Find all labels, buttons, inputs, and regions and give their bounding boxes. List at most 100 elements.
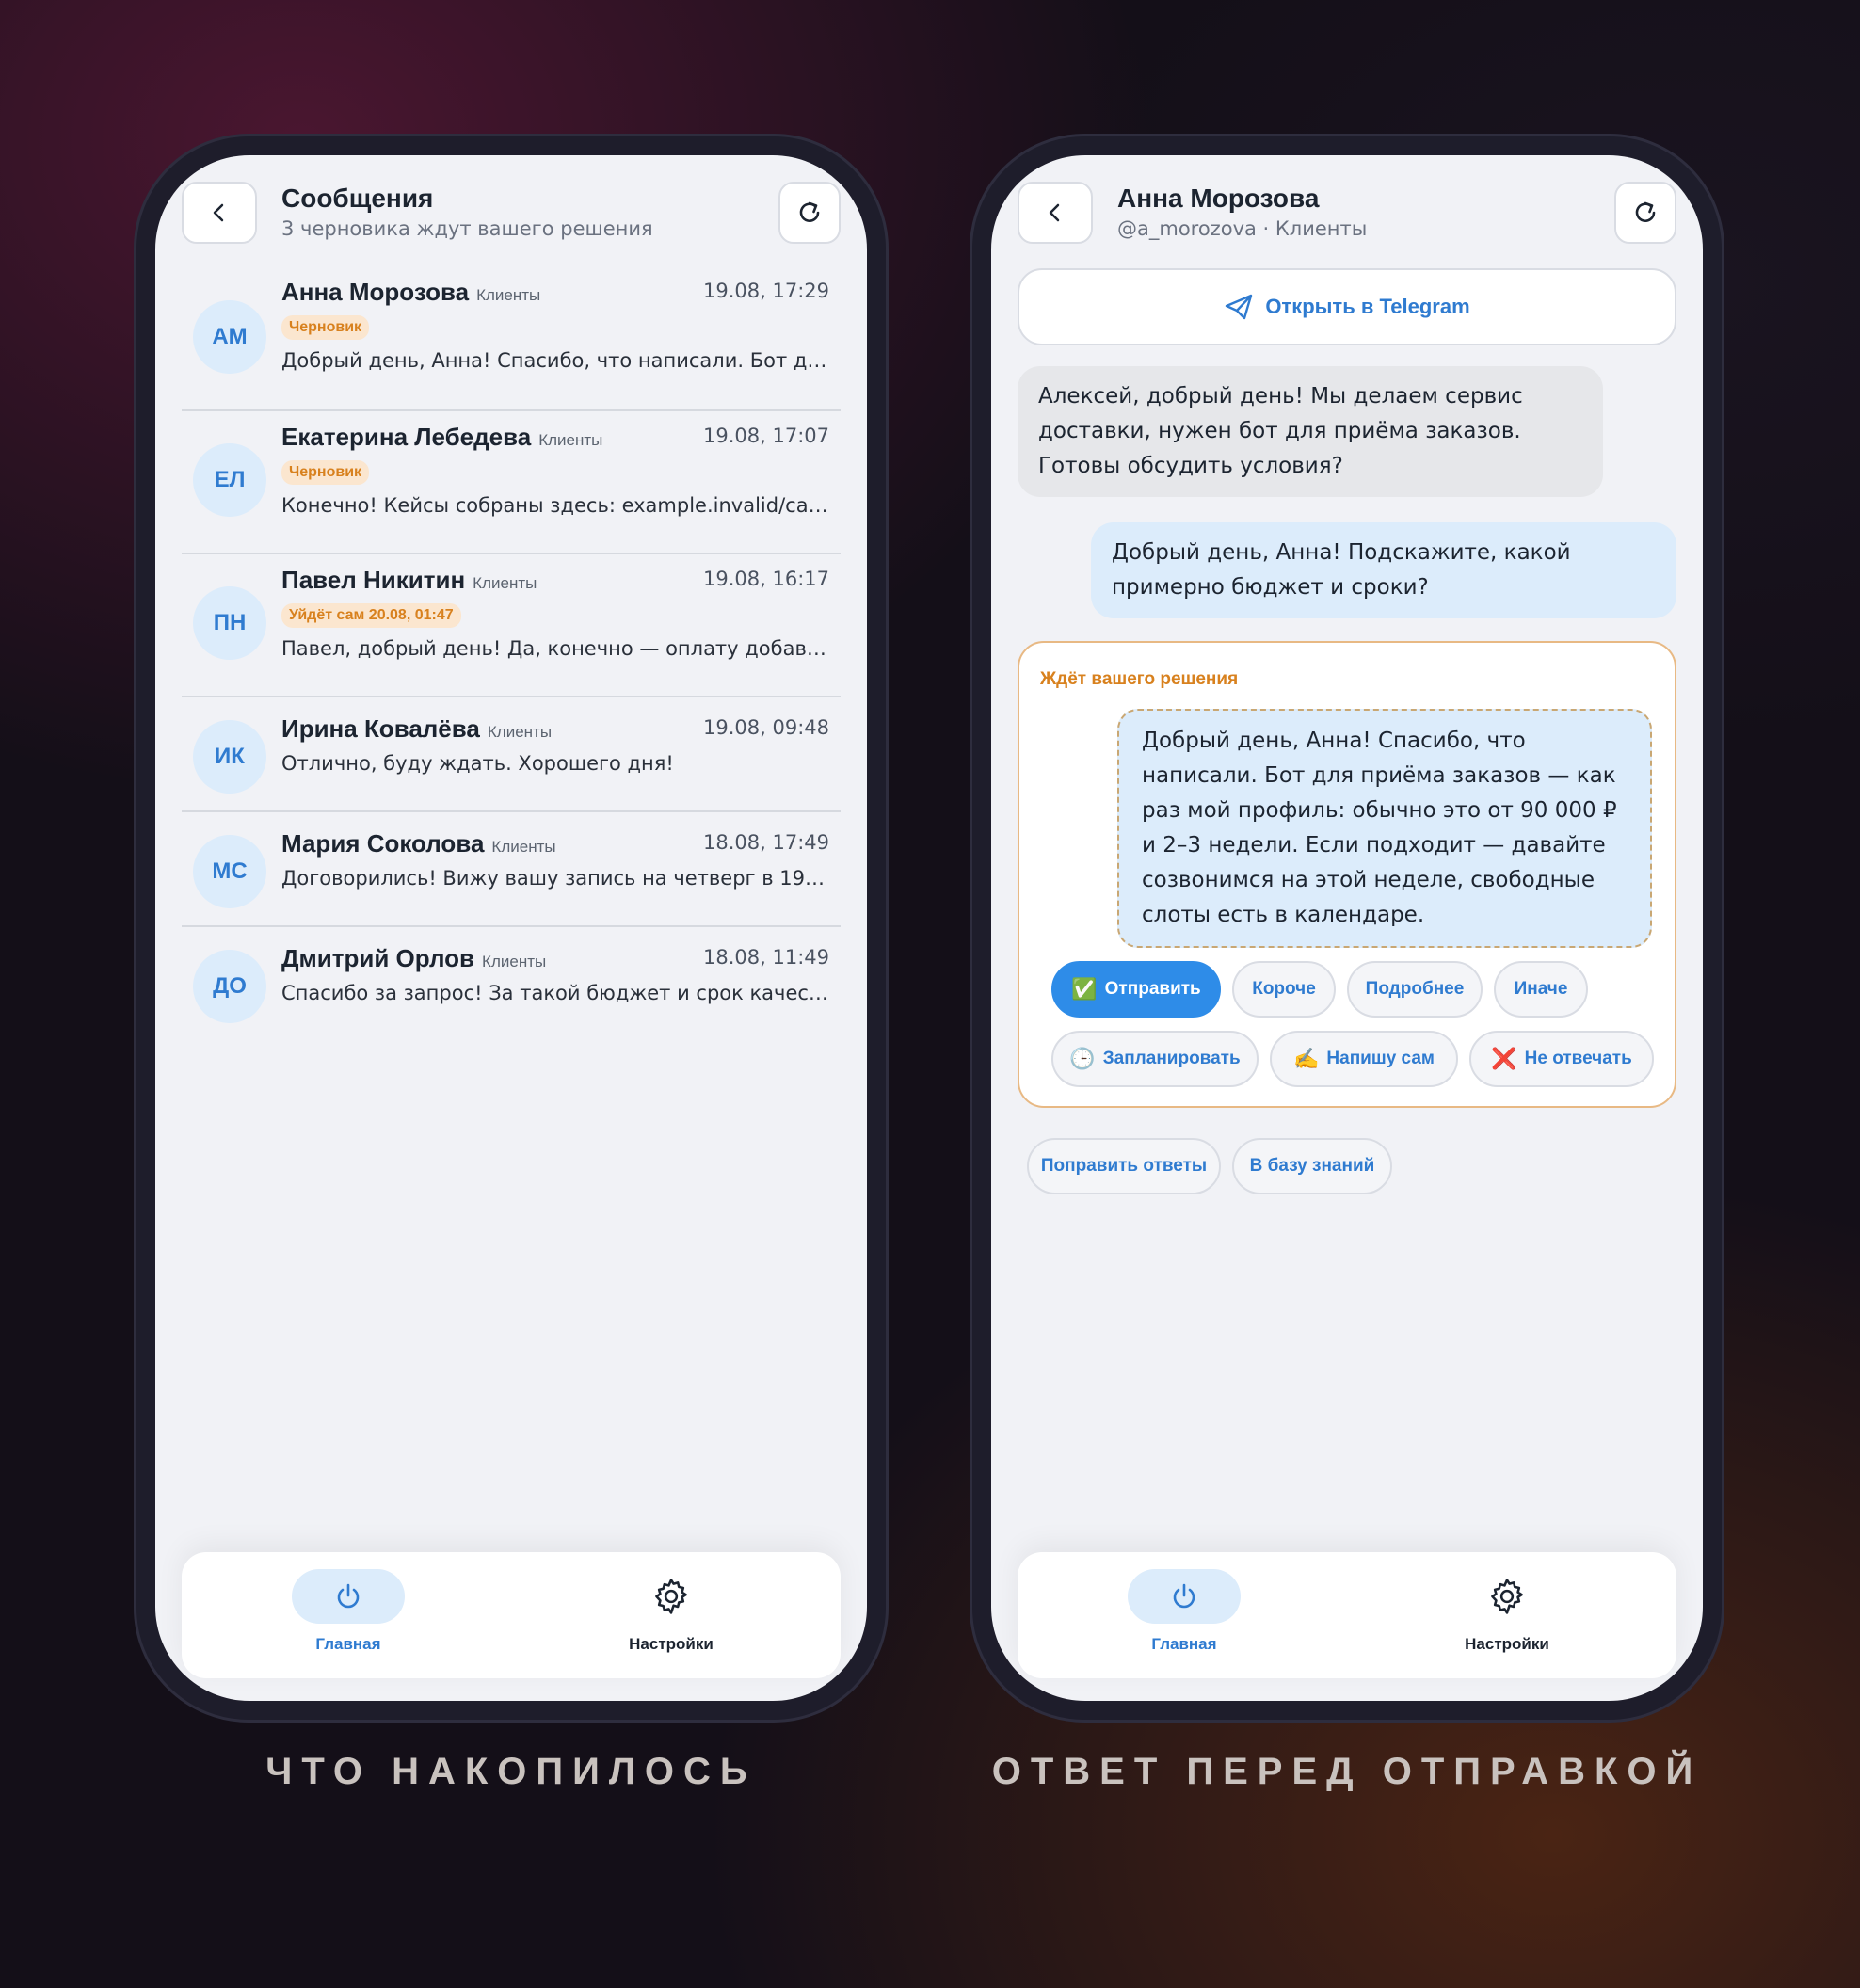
message-time: 19.08, 16:17 — [703, 568, 829, 590]
message-preview: Договорились! Вижу вашу запись на четвер… — [281, 867, 829, 890]
refresh-icon — [1635, 201, 1656, 222]
contact-tag: Клиенты — [491, 838, 556, 856]
write-myself-button[interactable]: ✍️ Напишу сам — [1270, 1031, 1458, 1087]
nav-settings-pill — [1451, 1569, 1563, 1624]
phone-left: Сообщения 3 черновика ждут вашего решени… — [134, 134, 889, 1723]
conversation-list: АМ Анна Морозова Клиенты 19.08, 17:29 Чер… — [182, 268, 841, 1042]
contact-tag: Клиенты — [476, 286, 541, 304]
nav-home[interactable]: Главная — [254, 1569, 442, 1654]
gear-icon — [655, 1579, 687, 1614]
nav-settings-label: Настройки — [629, 1635, 714, 1653]
write-myself-label: Напишу сам — [1326, 1049, 1435, 1068]
status-badge: Черновик — [281, 460, 370, 485]
list-item[interactable]: МС Мария Соколова Клиенты 18.08, 17:49 До… — [182, 812, 841, 927]
contact-name: Дмитрий Орлов Клиенты — [281, 944, 547, 972]
nav-settings[interactable]: Настройки — [577, 1569, 765, 1654]
knowledge-base-label: В базу знаний — [1249, 1156, 1375, 1176]
refresh-button[interactable] — [778, 182, 841, 244]
message-preview: Спасибо за запрос! За такой бюджет и сро… — [281, 982, 829, 1004]
schedule-button[interactable]: 🕒 Запланировать — [1051, 1031, 1259, 1087]
nav-home-label: Главная — [1151, 1635, 1217, 1653]
nav-settings[interactable]: Настройки — [1413, 1569, 1601, 1654]
status-badge: Уйдёт сам 20.08, 01:47 — [281, 603, 461, 628]
chevron-left-icon — [1049, 203, 1060, 222]
other-label: Иначе — [1514, 979, 1568, 999]
caption-left: ЧТО НАКОПИЛОСЬ — [265, 1751, 757, 1792]
message-time: 19.08, 17:29 — [703, 280, 829, 302]
back-button[interactable] — [1018, 182, 1093, 244]
nav-settings-label: Настройки — [1465, 1635, 1549, 1653]
list-item[interactable]: ИК Ирина Ковалёва Клиенты 19.08, 09:48 От… — [182, 697, 841, 812]
contact-tag: Клиенты — [538, 431, 603, 449]
send-label: Отправить — [1104, 979, 1201, 999]
message-time: 19.08, 17:07 — [703, 425, 829, 447]
avatar: ДО — [193, 950, 266, 1023]
avatar: ИК — [193, 720, 266, 794]
status-badge: Черновик — [281, 315, 370, 340]
back-button[interactable] — [182, 182, 257, 244]
other-button[interactable]: Иначе — [1494, 961, 1588, 1018]
nav-home-label: Главная — [315, 1635, 381, 1653]
contact-tag: Клиенты — [487, 723, 553, 741]
list-item[interactable]: ДО Дмитрий Орлов Клиенты 18.08, 11:49 Спа… — [182, 927, 841, 1042]
draft-message[interactable]: Добрый день, Анна! Спасибо, что написали… — [1117, 709, 1652, 948]
caption-right: ОТВЕТ ПЕРЕД ОТПРАВКОЙ — [991, 1751, 1703, 1792]
message-preview: Конечно! Кейсы собраны здесь: example.in… — [281, 494, 829, 517]
fix-answers-label: Поправить ответы — [1040, 1156, 1208, 1176]
telegram-send-icon — [1226, 294, 1253, 320]
list-item[interactable]: АМ Анна Морозова Клиенты 19.08, 17:29 Чер… — [182, 268, 841, 411]
header-text: Сообщения 3 черновика ждут вашего решени… — [281, 182, 653, 240]
message-time: 18.08, 17:49 — [703, 831, 829, 854]
contact-name: Анна Морозова Клиенты — [281, 278, 541, 306]
no-reply-label: Не отвечать — [1524, 1049, 1632, 1068]
header-text: Анна Морозова @a_morozova · Клиенты — [1117, 182, 1367, 240]
refresh-button[interactable] — [1614, 182, 1676, 244]
send-button[interactable]: ✅ Отправить — [1051, 961, 1221, 1018]
shorter-label: Короче — [1252, 979, 1316, 999]
message-preview: Добрый день, Анна! Спасибо, что написали… — [281, 349, 829, 372]
outgoing-message: Добрый день, Анна! Подскажите, какой при… — [1091, 522, 1676, 618]
shorter-button[interactable]: Короче — [1232, 961, 1336, 1018]
list-item[interactable]: ПН Павел Никитин Клиенты 19.08, 16:17 Уйд… — [182, 554, 841, 697]
power-icon — [1173, 1583, 1195, 1609]
message-preview: Павел, добрый день! Да, конечно — оплату… — [281, 637, 829, 660]
contact-name: Павел Никитин Клиенты — [281, 566, 537, 594]
message-time: 19.08, 09:48 — [703, 716, 829, 739]
incoming-message: Алексей, добрый день! Мы делаем сервис д… — [1018, 366, 1603, 497]
open-telegram-button[interactable]: Открыть в Telegram — [1018, 268, 1676, 345]
refresh-icon — [799, 201, 820, 222]
nav-home-pill — [1128, 1569, 1241, 1624]
chat-screen: Анна Морозова @a_morozova · Клиенты Откр… — [991, 155, 1703, 1701]
schedule-label: Запланировать — [1102, 1049, 1241, 1068]
cross-icon: ❌ — [1491, 1047, 1517, 1070]
message-preview: Отлично, буду ждать. Хорошего дня! — [281, 752, 674, 775]
fix-answers-button[interactable]: Поправить ответы — [1027, 1138, 1221, 1194]
contact-name: Екатерина Лебедева Клиенты — [281, 423, 603, 451]
bottom-nav: Главная Настройки — [182, 1552, 841, 1678]
knowledge-base-button[interactable]: В базу знаний — [1232, 1138, 1392, 1194]
avatar: МС — [193, 835, 266, 908]
chat-subtitle: @a_morozova · Клиенты — [1117, 217, 1368, 240]
avatar: АМ — [193, 300, 266, 374]
avatar: ПН — [193, 586, 266, 660]
pending-label: Ждёт вашего решения — [1040, 669, 1239, 689]
power-icon — [337, 1583, 360, 1609]
contact-name: Мария Соколова Клиенты — [281, 829, 556, 858]
contact-name: Ирина Ковалёва Клиенты — [281, 714, 553, 743]
no-reply-button[interactable]: ❌ Не отвечать — [1469, 1031, 1654, 1087]
open-telegram-label: Открыть в Telegram — [1265, 295, 1470, 318]
avatar: ЕЛ — [193, 443, 266, 517]
check-icon: ✅ — [1071, 977, 1098, 1001]
gear-icon — [1491, 1579, 1523, 1614]
nav-home[interactable]: Главная — [1090, 1569, 1278, 1654]
clock-icon: 🕒 — [1069, 1047, 1096, 1070]
pending-draft-card: Ждёт вашего решения Добрый день, Анна! С… — [1018, 641, 1676, 1108]
detailed-label: Подробнее — [1365, 979, 1465, 999]
contact-tag: Клиенты — [482, 953, 547, 970]
message-time: 18.08, 11:49 — [703, 946, 829, 969]
list-item[interactable]: ЕЛ Екатерина Лебедева Клиенты 19.08, 17:0… — [182, 411, 841, 554]
detailed-button[interactable]: Подробнее — [1347, 961, 1483, 1018]
bottom-nav: Главная Настройки — [1018, 1552, 1676, 1678]
nav-settings-pill — [615, 1569, 728, 1624]
header: Анна Морозова @a_morozova · Клиенты — [1018, 182, 1676, 246]
